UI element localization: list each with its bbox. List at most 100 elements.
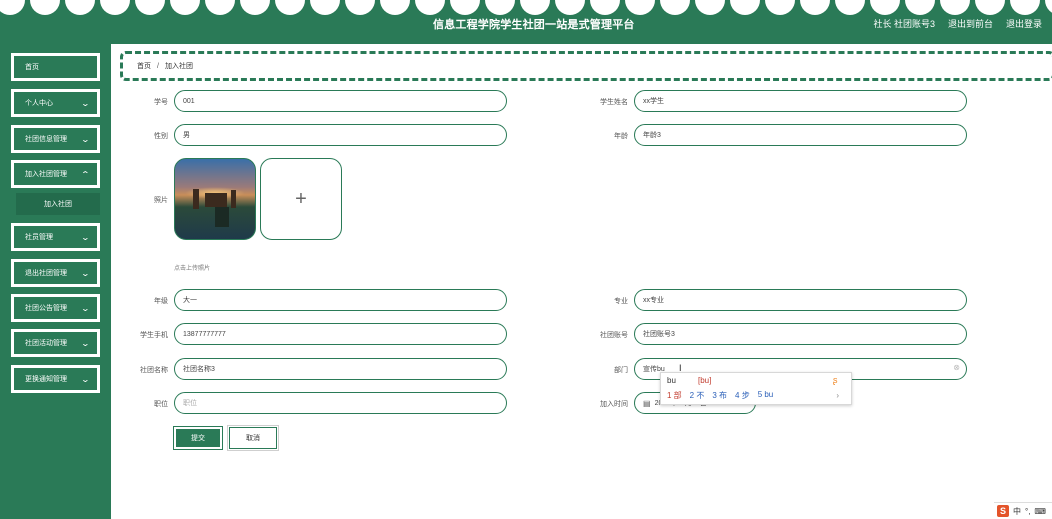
chevron-down-icon: ⌄ bbox=[80, 233, 91, 242]
sidebar-item-activities[interactable]: 社团活动管理 ⌄ bbox=[11, 329, 100, 357]
scallop-decoration bbox=[835, 0, 865, 15]
submenu-item-join-club[interactable]: 加入社团 bbox=[16, 193, 100, 215]
scallop-decoration bbox=[1045, 0, 1052, 15]
scallop-decoration bbox=[800, 0, 830, 15]
chevron-down-icon: ⌄ bbox=[80, 99, 91, 108]
scallop-decoration bbox=[765, 0, 795, 15]
sidebar-item-label: 社团信息管理 bbox=[25, 136, 67, 143]
ime-candidate[interactable]: 5 bu bbox=[758, 390, 774, 401]
scallop-decoration bbox=[450, 0, 480, 15]
current-user-label: 社长 社团账号3 bbox=[873, 19, 935, 29]
club-account-value: 社团账号3 bbox=[643, 331, 675, 338]
grade-value: 大一 bbox=[183, 297, 197, 304]
sidebar-item-home[interactable]: 首页 bbox=[11, 53, 100, 81]
sidebar-item-announcements[interactable]: 社团公告管理 ⌄ bbox=[11, 294, 100, 322]
student-no-field[interactable]: 001 bbox=[174, 90, 507, 112]
scallop-decoration bbox=[695, 0, 725, 15]
ime-candidate[interactable]: 3 布 bbox=[712, 390, 727, 401]
sidebar-item-label: 社团公告管理 bbox=[25, 305, 67, 312]
cancel-label: 取消 bbox=[246, 435, 260, 442]
sidebar-item-label: 退出社团管理 bbox=[25, 270, 67, 277]
gender-label: 性别 bbox=[154, 133, 168, 140]
upload-hint: 点击上传照片 bbox=[174, 266, 211, 272]
ime-pinyin: [bu] bbox=[698, 376, 712, 385]
sidebar-item-label: 社员管理 bbox=[25, 234, 53, 241]
ime-punctuation-toggle[interactable]: °, bbox=[1025, 507, 1030, 516]
join-time-label: 加入时间 bbox=[600, 401, 628, 408]
submit-button[interactable]: 提交 bbox=[173, 426, 223, 450]
ime-next-page-icon[interactable]: › bbox=[836, 391, 839, 400]
ime-candidate[interactable]: 4 步 bbox=[735, 390, 750, 401]
sidebar-item-label: 加入社团管理 bbox=[25, 171, 67, 178]
sogou-logo-icon[interactable]: S bbox=[997, 505, 1009, 517]
major-value: xx专业 bbox=[643, 297, 664, 304]
ime-candidate-popup: bu [bu] ʂ 1 部 2 不 3 布 4 步 5 bu › bbox=[660, 372, 852, 405]
uploaded-photo-thumbnail[interactable] bbox=[174, 158, 256, 240]
chevron-down-icon: ⌄ bbox=[80, 339, 91, 348]
chevron-down-icon: ⌄ bbox=[80, 375, 91, 384]
chevron-up-icon: ⌃ bbox=[80, 170, 91, 179]
upload-photo-button[interactable]: + bbox=[260, 158, 342, 240]
clear-icon[interactable]: ⊗ bbox=[953, 363, 960, 372]
sidebar-item-club-info[interactable]: 社团信息管理 ⌄ bbox=[11, 125, 100, 153]
student-name-field[interactable]: xx学生 bbox=[634, 90, 967, 112]
scallop-decoration bbox=[205, 0, 235, 15]
goto-front-link[interactable]: 退出到前台 bbox=[948, 17, 993, 30]
sidebar-item-label: 个人中心 bbox=[25, 100, 53, 107]
scallop-decoration bbox=[485, 0, 515, 15]
top-header: 信息工程学院学生社团一站是式管理平台 社长 社团账号3 退出到前台 退出登录 bbox=[0, 0, 1052, 44]
ime-candidate[interactable]: 2 不 bbox=[690, 390, 705, 401]
major-field[interactable]: xx专业 bbox=[634, 289, 967, 311]
phone-label: 学生手机 bbox=[140, 332, 168, 339]
sidebar-item-label: 更换通知管理 bbox=[25, 376, 67, 383]
scallop-decoration bbox=[170, 0, 200, 15]
chevron-down-icon: ⌄ bbox=[80, 304, 91, 313]
age-value: 年龄3 bbox=[643, 132, 661, 139]
breadcrumb: 首页 / 加入社团 bbox=[120, 51, 1052, 81]
scallop-decoration bbox=[0, 0, 25, 15]
scallop-decoration bbox=[625, 0, 655, 15]
scallop-decoration bbox=[1010, 0, 1040, 15]
chevron-down-icon: ⌄ bbox=[80, 135, 91, 144]
sidebar-item-quit-club[interactable]: 退出社团管理 ⌄ bbox=[11, 259, 100, 287]
sidebar-item-change-notice[interactable]: 更换通知管理 ⌄ bbox=[11, 365, 100, 393]
ime-language-toggle[interactable]: 中 bbox=[1013, 506, 1021, 517]
breadcrumb-home[interactable]: 首页 bbox=[137, 61, 151, 71]
grade-label: 年级 bbox=[154, 298, 168, 305]
major-label: 专业 bbox=[614, 298, 628, 305]
club-account-label: 社团账号 bbox=[600, 332, 628, 339]
ime-logo-icon: ʂ bbox=[833, 375, 838, 385]
scallop-decoration bbox=[870, 0, 900, 15]
photo-label: 照片 bbox=[154, 197, 168, 204]
submit-label: 提交 bbox=[191, 435, 205, 442]
age-field[interactable]: 年龄3 bbox=[634, 124, 967, 146]
cancel-button[interactable]: 取消 bbox=[227, 425, 279, 451]
club-name-field[interactable]: 社团名称3 bbox=[174, 358, 507, 380]
sidebar-item-personal-center[interactable]: 个人中心 ⌄ bbox=[11, 89, 100, 117]
submenu-item-label: 加入社团 bbox=[44, 201, 72, 208]
scallop-decoration bbox=[65, 0, 95, 15]
scallop-decoration bbox=[555, 0, 585, 15]
position-placeholder: 职位 bbox=[183, 400, 197, 407]
scallop-decoration bbox=[310, 0, 340, 15]
sidebar-item-join-club[interactable]: 加入社团管理 ⌃ bbox=[11, 160, 100, 188]
ime-tray: S 中 °, ⌨ bbox=[994, 502, 1052, 519]
photo-building bbox=[231, 190, 236, 208]
gender-value: 男 bbox=[183, 132, 190, 139]
photo-building bbox=[205, 193, 227, 207]
app-title: 信息工程学院学生社团一站是式管理平台 bbox=[433, 19, 635, 31]
keyboard-icon[interactable]: ⌨ bbox=[1034, 507, 1046, 516]
position-field[interactable]: 职位 bbox=[174, 392, 507, 414]
grade-field[interactable]: 大一 bbox=[174, 289, 507, 311]
ime-candidate[interactable]: 1 部 bbox=[667, 390, 682, 401]
club-account-field[interactable]: 社团账号3 bbox=[634, 323, 967, 345]
logout-link[interactable]: 退出登录 bbox=[1006, 17, 1042, 30]
sidebar-item-members[interactable]: 社员管理 ⌄ bbox=[11, 223, 100, 251]
phone-field[interactable]: 13877777777 bbox=[174, 323, 507, 345]
scallop-decoration bbox=[100, 0, 130, 15]
calendar-icon: ▤ bbox=[643, 398, 651, 408]
scallop-decoration bbox=[380, 0, 410, 15]
photo-tower bbox=[215, 207, 229, 227]
gender-field[interactable]: 男 bbox=[174, 124, 507, 146]
student-no-label: 学号 bbox=[154, 99, 168, 106]
